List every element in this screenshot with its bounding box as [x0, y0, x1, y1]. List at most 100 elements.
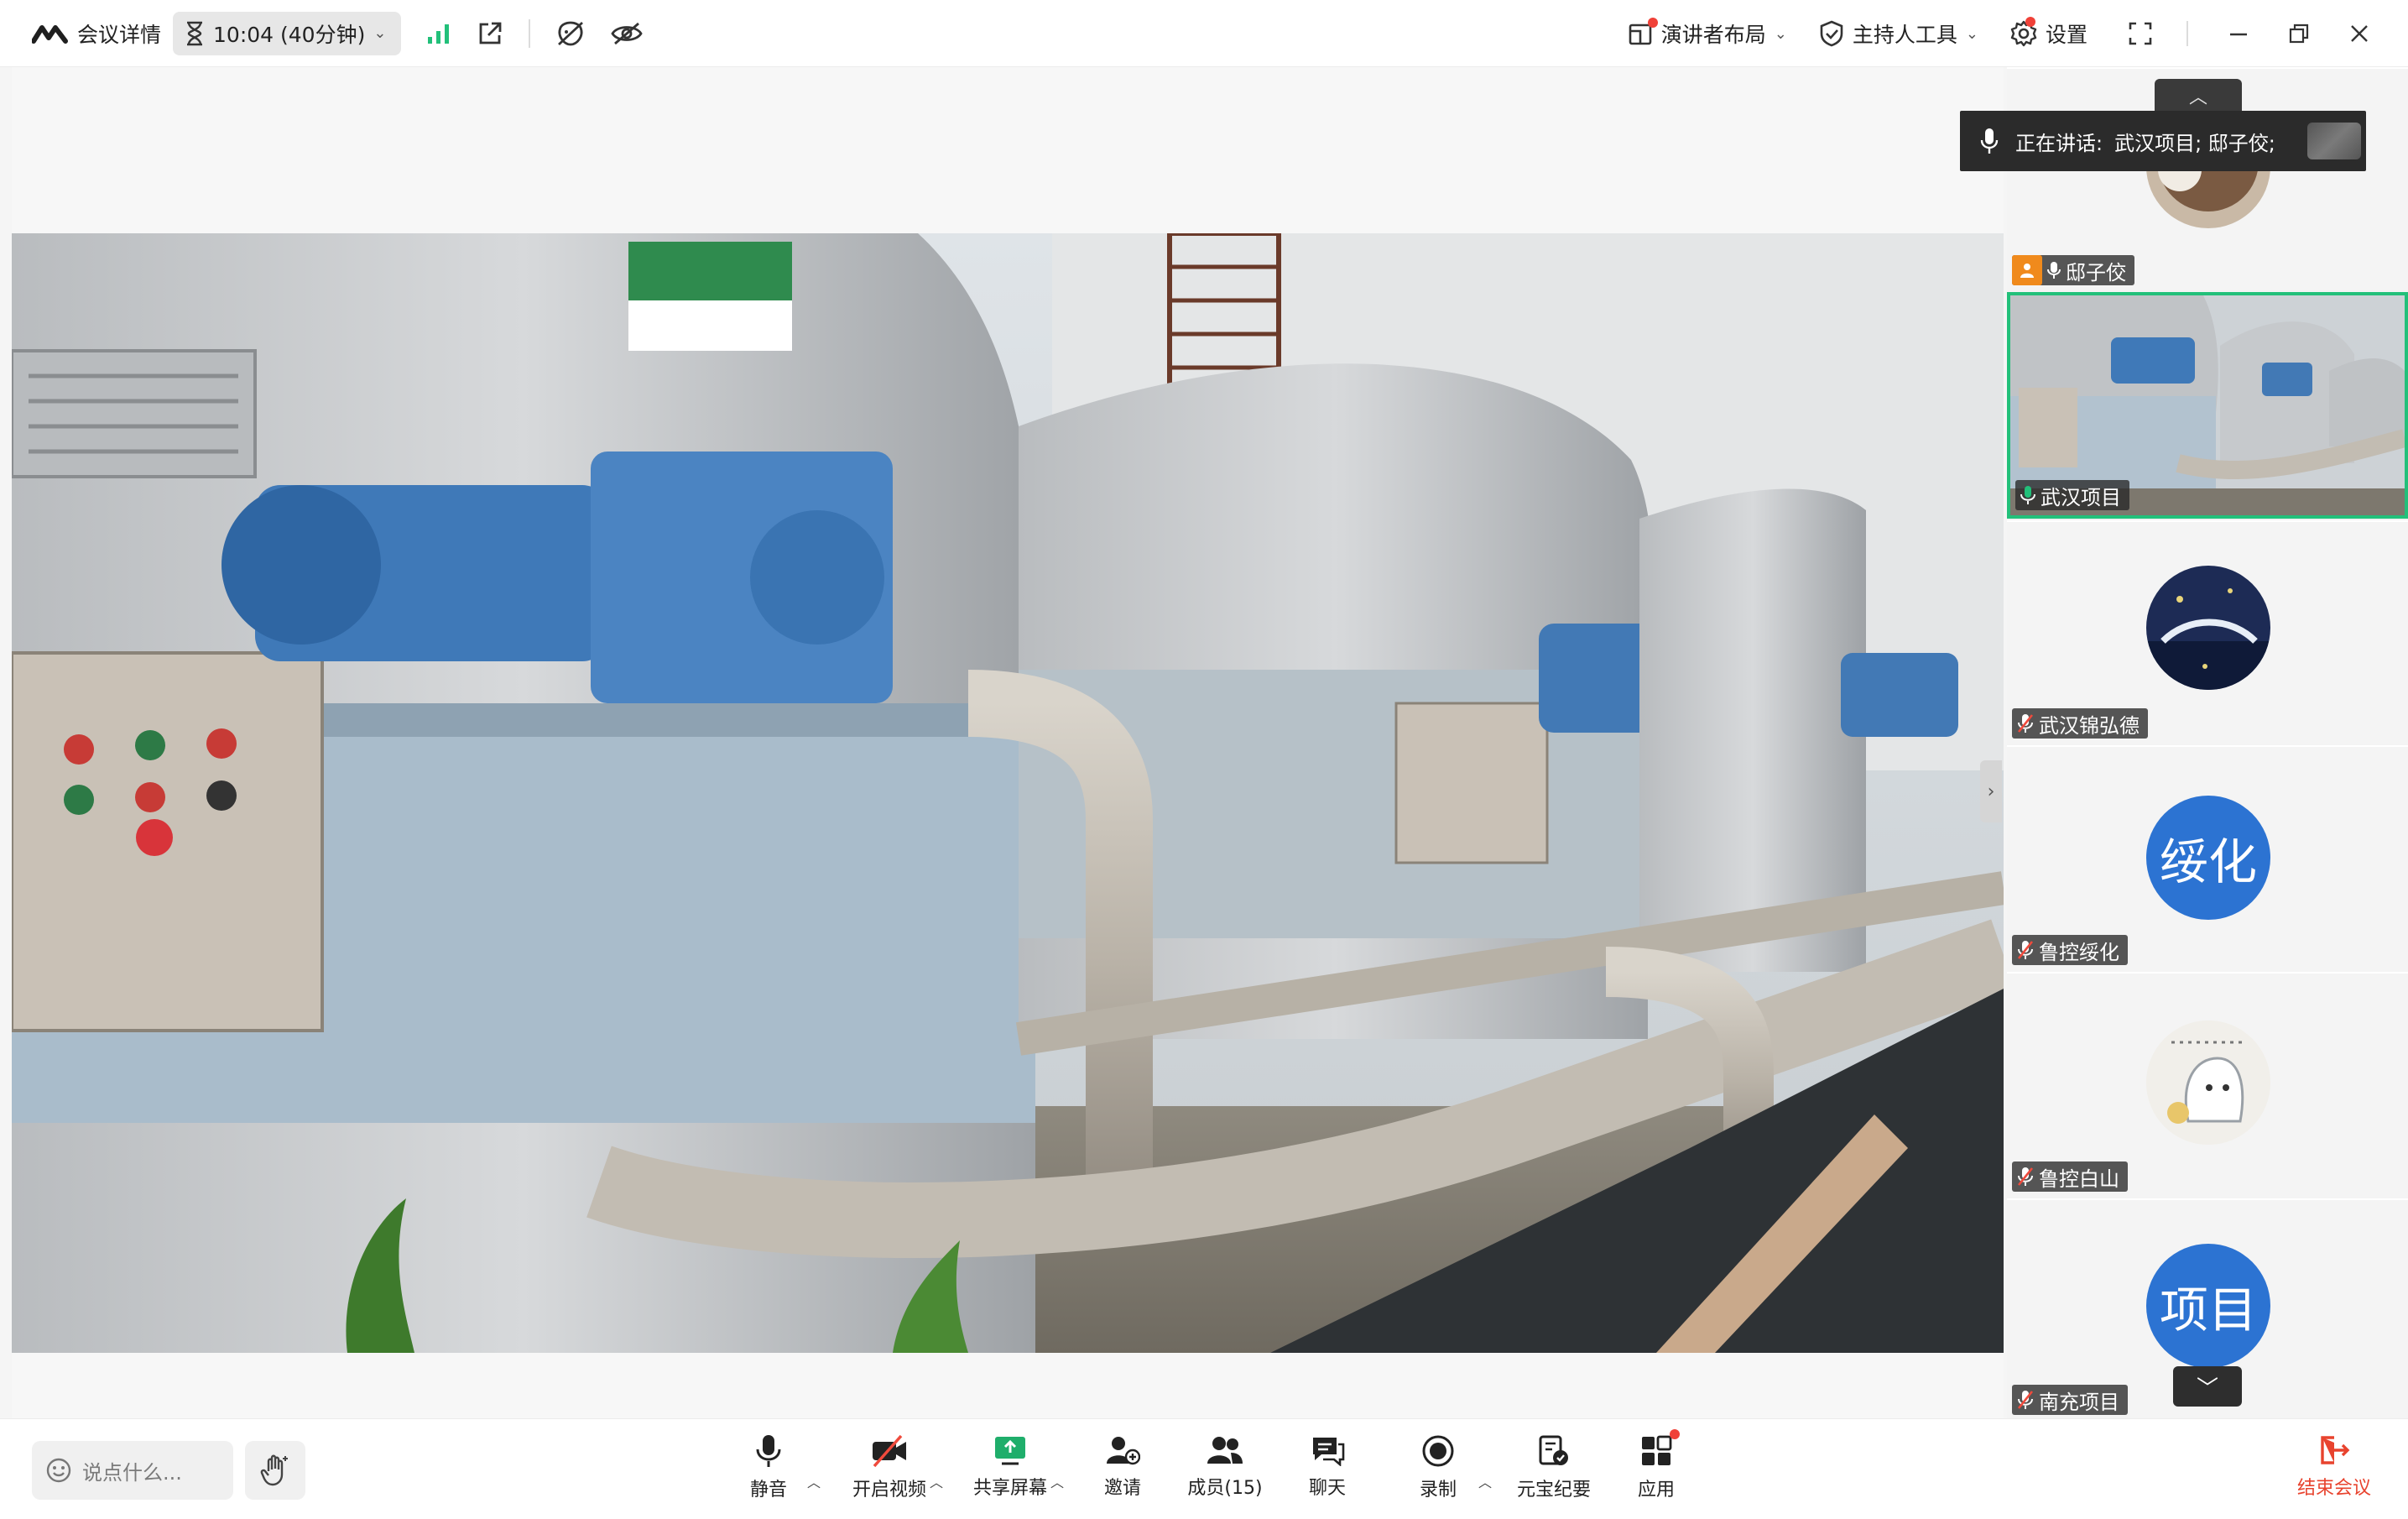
- settings-label: 设置: [2045, 23, 2087, 47]
- host-badge-icon: [2012, 255, 2042, 285]
- participant-name: 武汉项目: [2041, 485, 2121, 509]
- members-icon: [1206, 1434, 1244, 1466]
- smiley-icon: [45, 1457, 72, 1484]
- meeting-details-button[interactable]: 会议详情: [32, 18, 161, 49]
- hourglass-icon: [185, 21, 205, 46]
- avatar: 项目: [2146, 1244, 2270, 1368]
- mic-icon: [1980, 128, 1999, 154]
- layout-menu[interactable]: 演讲者布局 ⌄: [1628, 18, 1787, 49]
- apps-icon: [1639, 1429, 1680, 1468]
- mute-options-caret[interactable]: ︿: [807, 1471, 821, 1491]
- eye-slash-icon[interactable]: [611, 21, 644, 46]
- signal-bars-icon[interactable]: [426, 22, 451, 45]
- layout-icon: [1628, 18, 1658, 46]
- chat-button[interactable]: 聊天: [1277, 1434, 1378, 1500]
- mic-icon: [2047, 261, 2061, 279]
- record-icon: [1421, 1434, 1455, 1468]
- chevron-down-icon: ⌄: [1965, 24, 1978, 43]
- side-panel-toggle[interactable]: ›: [1980, 760, 2002, 822]
- end-meeting-label: 结束会议: [2296, 1478, 2371, 1499]
- minimize-icon[interactable]: [2228, 23, 2249, 44]
- record-options-caret[interactable]: ︿: [1478, 1471, 1492, 1491]
- host-tools-menu[interactable]: 主持人工具 ⌄: [1819, 18, 1978, 49]
- chat-icon: [1310, 1434, 1345, 1466]
- external-window-icon[interactable]: [477, 20, 503, 47]
- chat-label: 聊天: [1308, 1478, 1346, 1499]
- ai-summary-icon: [1537, 1434, 1571, 1468]
- record-label: 录制: [1419, 1480, 1457, 1501]
- toolbar-divider: [529, 18, 531, 48]
- participant-panel: 邸子佼 武汉项目 武汉锦弘德 绥化 鲁控绥化 鲁控白山 项目 南充项目: [2007, 67, 2408, 1418]
- panel-scroll-up-button[interactable]: ︿: [2155, 79, 2242, 112]
- settings-button[interactable]: 设置: [2010, 17, 2087, 49]
- exit-icon: [2317, 1434, 2351, 1466]
- participant-name-tag: 武汉锦弘德: [2012, 708, 2148, 739]
- mute-button[interactable]: 静音: [718, 1434, 819, 1501]
- avatar: 绥化: [2146, 796, 2270, 920]
- mic-muted-icon: [2017, 713, 2034, 733]
- start-video-label: 开启视频: [852, 1480, 926, 1501]
- industrial-equipment-scene: [12, 233, 2004, 1353]
- raise-hand-button[interactable]: [245, 1441, 305, 1500]
- participant-tile[interactable]: 鲁控白山: [2007, 972, 2408, 1198]
- ai-summary-label: 元宝纪要: [1516, 1480, 1591, 1501]
- members-button[interactable]: 成员(15): [1175, 1434, 1275, 1500]
- participant-name: 武汉锦弘德: [2039, 713, 2140, 738]
- quick-chat-input[interactable]: 说点什么...: [32, 1441, 233, 1500]
- participant-name: 鲁控白山: [2039, 1167, 2119, 1191]
- mic-active-icon: [2020, 485, 2035, 505]
- participant-tile[interactable]: 绥化 鲁控绥化: [2007, 745, 2408, 972]
- invite-button[interactable]: 邀请: [1072, 1434, 1173, 1500]
- restore-icon[interactable]: [2289, 23, 2309, 44]
- ai-summary-button[interactable]: 元宝纪要: [1504, 1434, 1604, 1501]
- participant-tile[interactable]: 武汉锦弘德: [2007, 520, 2408, 745]
- meeting-details-label: 会议详情: [77, 22, 162, 47]
- layout-menu-label: 演讲者布局: [1660, 23, 1766, 47]
- apps-label: 应用: [1637, 1480, 1675, 1501]
- share-screen-button[interactable]: 共享屏幕: [960, 1434, 1061, 1500]
- fullscreen-icon[interactable]: [2128, 21, 2153, 46]
- notification-dot: [1647, 18, 1658, 28]
- shield-icon: [1819, 20, 1844, 47]
- speaker-avatar-blur: [2307, 123, 2361, 159]
- mic-icon: [756, 1434, 781, 1468]
- mic-muted-icon: [2017, 1167, 2034, 1187]
- chevron-up-icon: ︿: [2188, 87, 2207, 108]
- start-video-button[interactable]: 开启视频: [839, 1434, 940, 1501]
- gear-icon: [2010, 17, 2037, 47]
- chevron-down-icon: ﹀: [2196, 1375, 2218, 1402]
- speaking-names: 武汉项目; 邸子佼;: [2114, 131, 2275, 155]
- bottom-toolbar: 说点什么... 静音 ︿ 开启视频 ︿ 共享屏幕 ︿ 邀请 成员(15) 聊天 …: [0, 1418, 2408, 1519]
- face-slash-icon[interactable]: [555, 19, 586, 48]
- participant-name-tag: 鲁控白山: [2012, 1161, 2128, 1192]
- top-bar-right: 演讲者布局 ⌄ 主持人工具 ⌄ 设置: [1596, 0, 2408, 67]
- apps-button[interactable]: 应用: [1606, 1429, 1707, 1501]
- mic-muted-icon: [2017, 940, 2034, 960]
- timer-text: 10:04 (40分钟): [213, 22, 366, 47]
- top-bar-left: 会议详情 10:04 (40分钟) ⌄: [0, 0, 644, 67]
- participant-name-tag: 邸子佼: [2012, 255, 2134, 285]
- participant-name-tag: 南充项目: [2012, 1385, 2128, 1415]
- record-button[interactable]: 录制: [1388, 1434, 1488, 1501]
- video-options-caret[interactable]: ︿: [930, 1471, 943, 1491]
- end-meeting-button[interactable]: 结束会议: [2284, 1434, 2385, 1500]
- add-user-icon: [1105, 1434, 1140, 1466]
- main-video-feed[interactable]: [12, 233, 2004, 1353]
- chevron-down-icon: ⌄: [373, 24, 387, 42]
- meeting-timer[interactable]: 10:04 (40分钟) ⌄: [173, 11, 402, 55]
- participant-name: 鲁控绥化: [2039, 940, 2119, 964]
- tencent-meeting-logo-icon: [32, 23, 69, 44]
- participant-name: 邸子佼: [2066, 260, 2126, 284]
- invite-label: 邀请: [1103, 1478, 1141, 1499]
- video-off-icon: [871, 1434, 908, 1468]
- main-stage: [12, 67, 2004, 1418]
- close-icon[interactable]: [2349, 23, 2369, 44]
- avatar: [2146, 566, 2270, 690]
- participant-name-tag: 鲁控绥化: [2012, 935, 2128, 965]
- avatar: [2146, 1020, 2270, 1145]
- mic-muted-icon: [2017, 1390, 2034, 1410]
- participant-tile-active[interactable]: 武汉项目: [2007, 292, 2408, 519]
- panel-scroll-down-button[interactable]: ﹀: [2173, 1366, 2242, 1407]
- share-options-caret[interactable]: ︿: [1050, 1471, 1064, 1491]
- quick-chat-placeholder: 说点什么...: [82, 1460, 182, 1485]
